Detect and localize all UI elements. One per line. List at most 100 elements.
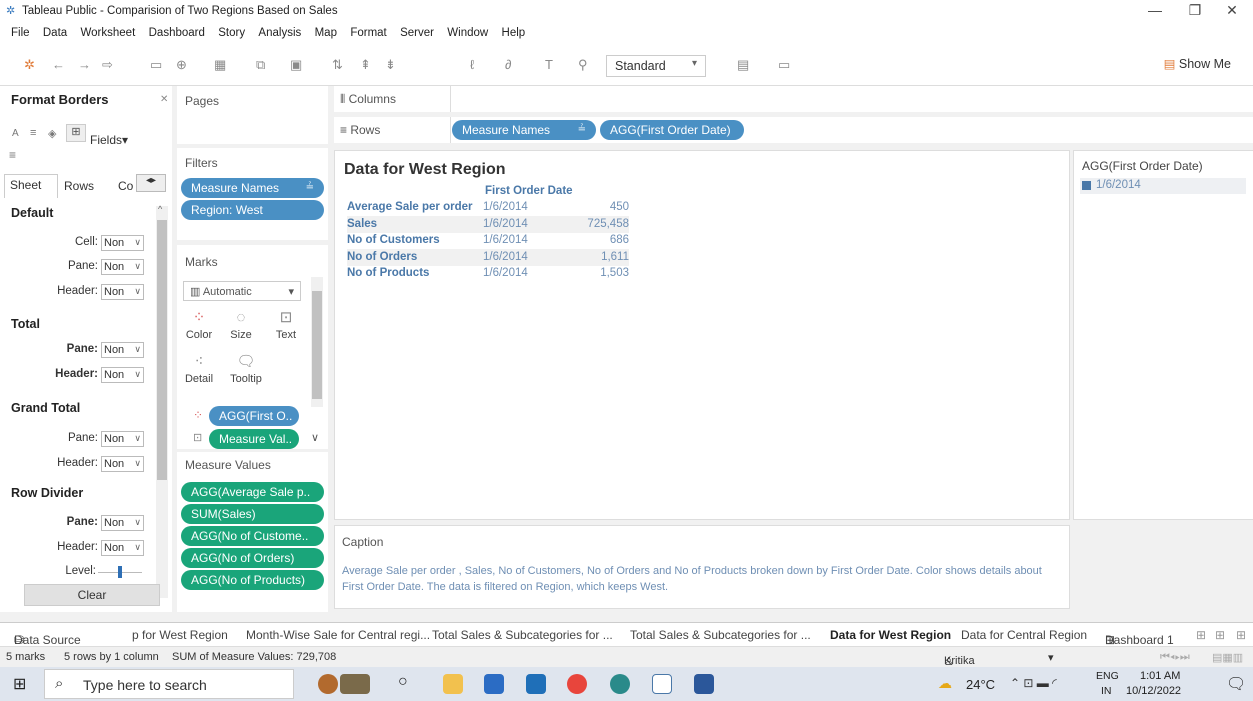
labels-icon[interactable]: T <box>545 57 553 73</box>
filter-pill-region[interactable]: Region: West <box>181 200 324 220</box>
tab-sheet-active[interactable]: Data for West Region <box>830 628 951 642</box>
menu-data[interactable]: Data <box>43 22 67 44</box>
table-row[interactable]: Average Sale per order 1/6/2014 450 <box>347 199 629 216</box>
tab-sheet[interactable]: p for West Region <box>132 628 228 642</box>
shading-icon[interactable]: ◈ <box>48 127 56 140</box>
show-cards-icon[interactable]: ▤ <box>737 57 749 73</box>
tableau-taskbar-icon[interactable] <box>652 674 672 694</box>
rows-pill-first-order-date[interactable]: AGG(First Order Date) <box>600 120 744 140</box>
pin-icon[interactable]: ⚲ <box>578 57 588 73</box>
marks-pill-measure-values[interactable]: Measure Val.. <box>209 429 299 449</box>
chevron-down-icon[interactable]: ▾ <box>1048 651 1054 664</box>
mv-pill-orders[interactable]: AGG(No of Orders) <box>181 548 324 568</box>
filter-pill-measure-names[interactable]: Measure Names ≟ <box>181 178 324 198</box>
minimize-icon[interactable]: — <box>1140 2 1170 18</box>
tooltip-button[interactable]: 🗨 Tooltip <box>223 353 269 385</box>
scrollbar-thumb[interactable] <box>312 291 322 399</box>
tab-columns[interactable]: Co <box>118 179 133 193</box>
windows-start-icon[interactable]: ⊞ <box>13 674 26 694</box>
replay-icon[interactable]: ⇨ <box>102 57 113 73</box>
mv-pill-customers[interactable]: AGG(No of Custome.. <box>181 526 324 546</box>
rows-pill-measure-names[interactable]: Measure Names ≟ <box>452 120 596 140</box>
taskbar-search[interactable]: ⌕ Type here to search <box>44 669 294 699</box>
menu-dashboard[interactable]: Dashboard <box>149 22 205 44</box>
menu-map[interactable]: Map <box>315 22 337 44</box>
new-story-icon[interactable]: ⊞ <box>1236 628 1246 642</box>
total-pane-select[interactable]: Non ∨ <box>101 342 144 358</box>
group-icon[interactable]: ∂ <box>505 57 511 73</box>
mv-pill-sales[interactable]: SUM(Sales) <box>181 504 324 524</box>
new-sheet-icon[interactable]: ⊞ <box>1196 628 1206 642</box>
show-me-button[interactable]: ▤ Show Me <box>1164 56 1231 71</box>
default-cell-select[interactable]: Non ∨ <box>101 235 144 251</box>
task-view-icon[interactable]: ○ <box>398 673 408 691</box>
default-pane-select[interactable]: Non ∨ <box>101 259 144 275</box>
table-row[interactable]: Sales 1/6/2014 725,458 <box>347 216 629 233</box>
tab-sheet[interactable]: Total Sales & Subcategories for ... <box>432 628 613 642</box>
fit-select[interactable]: Standard ▾ <box>606 55 706 77</box>
chevron-down-icon[interactable]: ∨ <box>311 431 319 444</box>
new-worksheet-icon[interactable]: ▦ <box>214 57 226 73</box>
grand-pane-select[interactable]: Non ∨ <box>101 431 144 447</box>
duplicate-icon[interactable]: ⧉ <box>256 57 265 73</box>
align-icon[interactable]: ≡ <box>30 127 36 139</box>
redo-icon[interactable]: → <box>78 57 91 73</box>
word-icon[interactable] <box>694 674 714 694</box>
sheet-nav-icon[interactable]: ⏮◂▸⏭ <box>1160 651 1190 664</box>
total-header-select[interactable]: Non ∨ <box>101 367 144 383</box>
tableau-logo-icon[interactable]: ✲ <box>24 57 35 73</box>
new-datasource-icon[interactable]: ⊕ <box>176 57 187 73</box>
pinned-app-icon[interactable] <box>340 674 370 694</box>
table-row[interactable]: No of Orders 1/6/2014 1,611 <box>347 249 629 266</box>
pages-shelf[interactable]: Pages <box>177 86 328 144</box>
grand-header-select[interactable]: Non ∨ <box>101 456 144 472</box>
mark-type-select[interactable]: ▥ Automatic ▾ <box>183 281 301 301</box>
lines-icon[interactable]: ≡ <box>9 148 16 162</box>
format-pane-scrollbar[interactable]: ^ ⌄ <box>156 204 168 660</box>
pinned-app-icon[interactable] <box>318 674 338 694</box>
fields-dropdown[interactable]: Fields▾ <box>90 133 128 147</box>
columns-shelf[interactable]: ⦀ Columns <box>334 86 1253 112</box>
text-button[interactable]: ⊡ Text <box>268 309 304 341</box>
divider-pane-select[interactable]: Non ∨ <box>101 515 144 531</box>
rows-shelf[interactable]: ≡ Rows Measure Names ≟ AGG(First Order Da… <box>334 117 1253 143</box>
marks-scrollbar[interactable] <box>311 277 323 407</box>
highlight-icon[interactable]: ℓ <box>470 57 474 73</box>
menu-help[interactable]: Help <box>502 22 526 44</box>
menu-analysis[interactable]: Analysis <box>258 22 301 44</box>
scroll-up-icon[interactable]: ^ <box>158 204 162 214</box>
font-icon[interactable]: A <box>12 128 19 139</box>
menu-format[interactable]: Format <box>350 22 386 44</box>
menu-window[interactable]: Window <box>447 22 488 44</box>
marks-pill-first-order[interactable]: AGG(First O.. <box>209 406 299 426</box>
clear-sheet-icon[interactable]: ▣ <box>290 57 302 73</box>
notifications-icon[interactable]: 🗨 <box>1226 674 1246 694</box>
undo-icon[interactable]: ← <box>52 57 65 73</box>
level-slider-handle[interactable] <box>118 566 122 578</box>
restore-icon[interactable]: ❐ <box>1180 2 1210 19</box>
input-region[interactable]: IN <box>1101 685 1112 697</box>
tab-scroll-arrows[interactable]: ◂▸ <box>136 174 166 192</box>
menu-story[interactable]: Story <box>218 22 245 44</box>
weather-temp[interactable]: 24°C <box>966 677 995 692</box>
tab-sheet[interactable]: Data for Central Region <box>961 628 1087 642</box>
browser-icon[interactable] <box>610 674 630 694</box>
tab-sheet[interactable]: Total Sales & Subcategories for ... <box>630 628 811 642</box>
size-button[interactable]: ◌ Size <box>223 309 259 341</box>
borders-icon[interactable]: ⊞ <box>66 124 86 142</box>
mv-pill-products[interactable]: AGG(No of Products) <box>181 570 324 590</box>
tab-rows[interactable]: Rows <box>64 179 94 193</box>
default-header-select[interactable]: Non ∨ <box>101 284 144 300</box>
mail-icon[interactable] <box>526 674 546 694</box>
file-explorer-icon[interactable] <box>443 674 463 694</box>
legend-item[interactable]: 1/6/2014 <box>1080 178 1246 194</box>
mv-pill-avg-sale[interactable]: AGG(Average Sale p.. <box>181 482 324 502</box>
sort-asc-icon[interactable]: ⇞ <box>360 57 371 73</box>
table-row[interactable]: No of Products 1/6/2014 1,503 <box>347 265 629 282</box>
swap-icon[interactable]: ⇅ <box>332 57 343 73</box>
scrollbar-thumb[interactable] <box>157 220 167 480</box>
menu-worksheet[interactable]: Worksheet <box>81 22 136 44</box>
presentation-icon[interactable]: ▭ <box>778 57 790 73</box>
input-language[interactable]: ENG <box>1096 670 1119 682</box>
table-row[interactable]: No of Customers 1/6/2014 686 <box>347 232 629 249</box>
